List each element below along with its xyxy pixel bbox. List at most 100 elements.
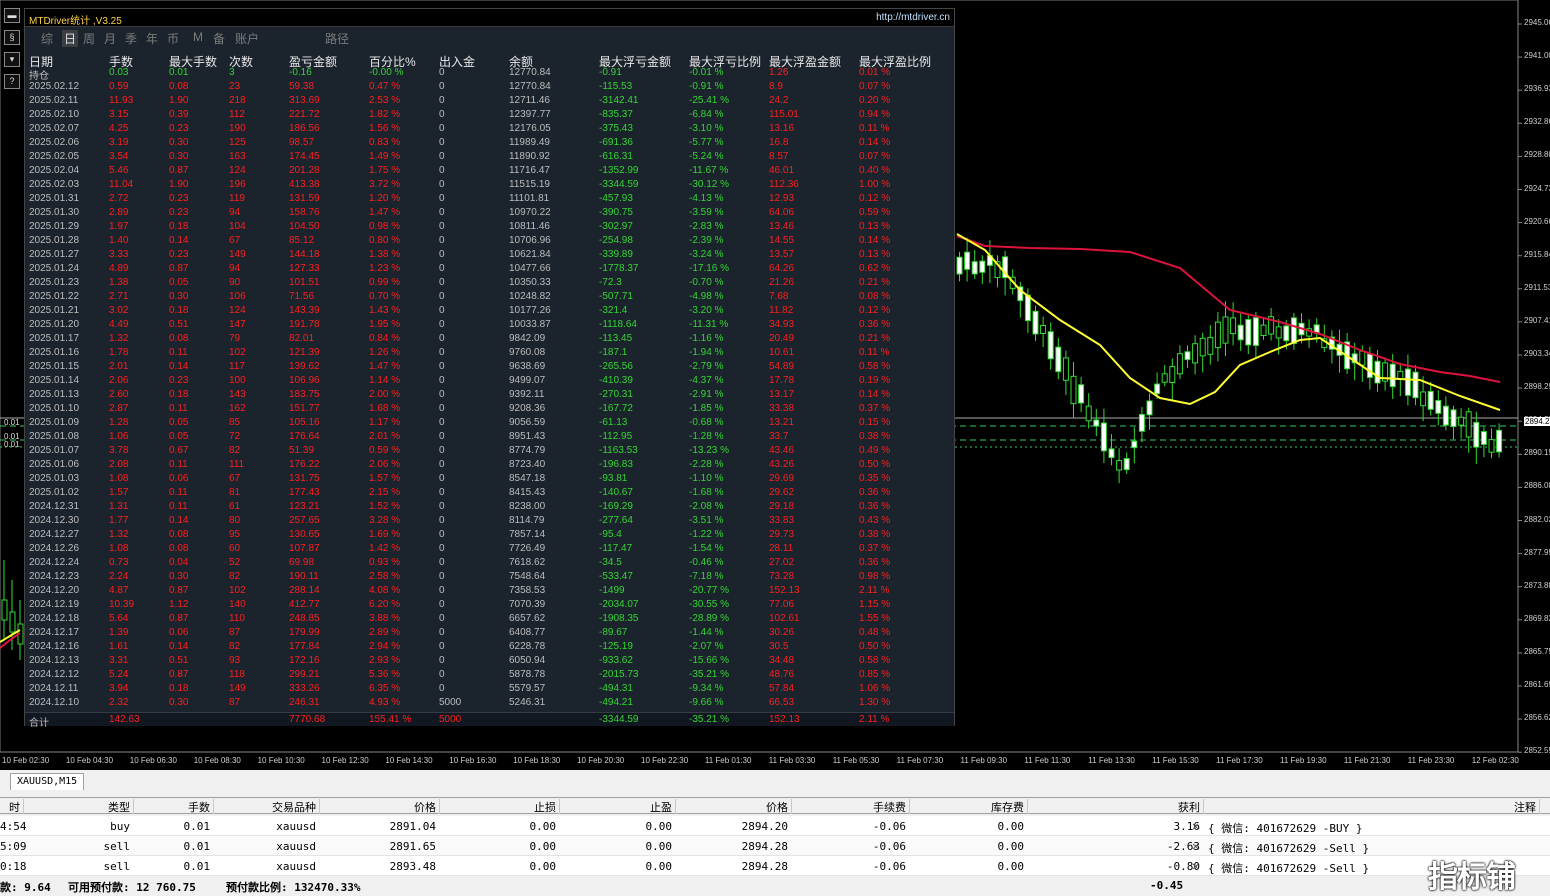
stats-cell: -302.97 — [599, 221, 633, 232]
orders-col-header[interactable]: 注释 — [1204, 799, 1540, 814]
stats-cell: 0.11 — [169, 347, 188, 358]
panel-tab[interactable]: 币 — [167, 30, 179, 47]
candle-body — [1055, 346, 1062, 373]
panel-tab[interactable]: 日 — [62, 30, 79, 47]
stats-cell: -187.1 — [599, 347, 628, 358]
stats-cell: 0.37 % — [859, 543, 891, 554]
close-order-icon[interactable]: ✕ — [1192, 859, 1199, 873]
stats-cell: 1.90 — [169, 179, 189, 190]
time-tick-label: 11 Feb 23:30 — [1407, 756, 1455, 765]
stats-cell: 10350.33 — [509, 277, 551, 288]
stats-cell: 1.31 — [109, 501, 129, 512]
time-tick-label: 11 Feb 07:30 — [896, 756, 944, 765]
margin-ratio: 预付款比例: 132470.33% — [226, 881, 361, 894]
panel-tab[interactable]: 路径 — [325, 30, 349, 47]
order-row[interactable]: 5:09 sell 0.01 xauusd 2891.65 0.00 0.00 2894.28… — [0, 836, 1550, 856]
panel-tab[interactable]: 季 — [125, 30, 137, 47]
orders-col-header[interactable]: 手数 — [134, 799, 214, 814]
stats-cell: 1.20 % — [369, 193, 401, 204]
panel-tab[interactable]: 月 — [104, 30, 116, 47]
stats-cell: 11515.19 — [509, 179, 550, 190]
orders-col-header[interactable]: 止损 — [440, 799, 560, 814]
stats-cell: 0.08 — [169, 333, 189, 344]
stats-cell: 66.53 — [769, 697, 795, 708]
stats-cell: 2.94 % — [369, 641, 401, 652]
stats-cell: 0.40 % — [859, 165, 891, 176]
panel-tab[interactable]: M — [193, 30, 203, 44]
stats-cell: 0 — [439, 291, 445, 302]
time-tick-label: 11 Feb 11:30 — [1024, 756, 1071, 765]
stats-cell: -4.37 % — [689, 375, 724, 386]
orders-col-header[interactable]: 价格 — [320, 799, 440, 814]
stats-row: 2025.01.30 2.89 0.23 94 158.76 1.47 % 0 10970.2… — [25, 206, 954, 220]
candle-body — [1245, 319, 1252, 346]
stats-cell: 1.75 % — [369, 165, 401, 176]
panel-tab[interactable]: 备 — [213, 30, 225, 47]
panel-tab[interactable]: 账户 — [235, 30, 259, 47]
stats-cell: 85 — [229, 417, 241, 428]
stats-row: 2025.01.15 2.01 0.14 117 139.62 1.47 % 0 9638.6… — [25, 360, 954, 374]
stats-cell: 3.31 — [109, 655, 129, 666]
stats-cell: 1.82 % — [369, 109, 401, 120]
stats-cell: 0 — [439, 347, 445, 358]
stats-cell: 0.80 % — [369, 235, 401, 246]
orders-col-header[interactable]: 止盈 — [560, 799, 676, 814]
panel-tab[interactable]: 综 — [41, 30, 53, 47]
stats-cell: 12397.77 — [509, 109, 551, 120]
stats-cell: 0.23 — [169, 207, 189, 218]
orders-col-header[interactable]: 时间 — [0, 799, 24, 830]
stats-cell: 1.69 % — [369, 529, 401, 540]
stats-cell: 0.58 % — [859, 361, 891, 372]
panel-tab[interactable]: 周 — [83, 30, 95, 47]
close-order-icon[interactable]: ✕ — [1192, 839, 1199, 853]
close-order-icon[interactable]: ✕ — [1192, 819, 1199, 833]
stats-row: 2025.02.11 11.93 1.90 218 313.69 2.53 % 0 12711… — [25, 94, 954, 108]
stats-cell: 5.64 — [109, 613, 129, 624]
stats-cell: 8.9 — [769, 81, 783, 92]
stats-row: 2025.01.23 1.38 0.05 90 101.51 0.99 % 0 10350.3… — [25, 276, 954, 290]
stats-cell: 0 — [439, 613, 445, 624]
panel-url-link[interactable]: http://mtdriver.cn — [876, 12, 950, 23]
stats-cell: 69.98 — [289, 557, 315, 568]
stats-cell: -457.93 — [599, 193, 633, 204]
stats-cell: 9638.69 — [509, 361, 546, 372]
stats-cell: 5878.78 — [509, 669, 546, 680]
stats-cell: 190.11 — [289, 571, 319, 582]
stats-cell: 104 — [229, 221, 246, 232]
stats-cell: 0 — [439, 683, 445, 694]
stats-cell: 3.28 % — [369, 515, 401, 526]
stats-cell: -616.31 — [599, 151, 633, 162]
candle-body — [1374, 360, 1381, 384]
orders-col-header[interactable]: 库存费 — [910, 799, 1028, 814]
panel-tab[interactable]: 年 — [146, 30, 158, 47]
stats-total-cell: 2.11 % — [859, 714, 890, 725]
stats-cell: 0 — [439, 165, 445, 176]
stats-cell: 0.08 % — [859, 291, 891, 302]
order-cell: 0.01 — [183, 820, 211, 833]
symbol-tab[interactable]: XAUUSD,M15 — [10, 773, 85, 790]
orders-col-header[interactable]: 价格 — [676, 799, 792, 814]
orders-col-header[interactable]: 类型 — [24, 799, 134, 814]
stats-cell: 1.32 — [109, 333, 129, 344]
time-tick-label: 10 Feb 10:30 — [257, 756, 305, 765]
orders-col-header[interactable]: 交易品种 — [214, 799, 320, 814]
orders-col-header[interactable]: 手续费 — [792, 799, 910, 814]
stats-row: 2024.12.23 2.24 0.30 82 190.11 2.58 % 0 7548.64… — [25, 570, 954, 584]
stats-cell: -2.08 % — [689, 501, 724, 512]
stats-cell: 2.87 — [109, 403, 129, 414]
candle-body — [1207, 336, 1214, 355]
help-icon[interactable]: ? — [4, 74, 20, 89]
stats-cell: 7548.64 — [509, 571, 546, 582]
stats-row: 2025.02.04 5.46 0.87 124 201.28 1.75 % 0 11716.… — [25, 164, 954, 178]
stats-cell: 104.50 — [289, 221, 320, 232]
price-tick-label: 2852.55 — [1524, 746, 1550, 756]
order-row[interactable]: 0:18 sell 0.01 xauusd 2893.48 0.00 0.00 2894.28… — [0, 856, 1550, 876]
settings-icon[interactable]: § — [4, 30, 20, 45]
stats-cell: 147 — [229, 319, 246, 330]
minimize-icon[interactable]: ▬ — [4, 8, 20, 23]
stats-cell: 191.78 — [289, 319, 320, 330]
orders-col-header[interactable]: 获利 — [1028, 799, 1204, 814]
stats-cell: 1.47 % — [369, 361, 401, 372]
order-row[interactable]: 4:54 buy 0.01 xauusd 2891.04 0.00 0.00 2894.20 -… — [0, 816, 1550, 836]
arrow-icon[interactable]: ▾ — [4, 52, 20, 67]
